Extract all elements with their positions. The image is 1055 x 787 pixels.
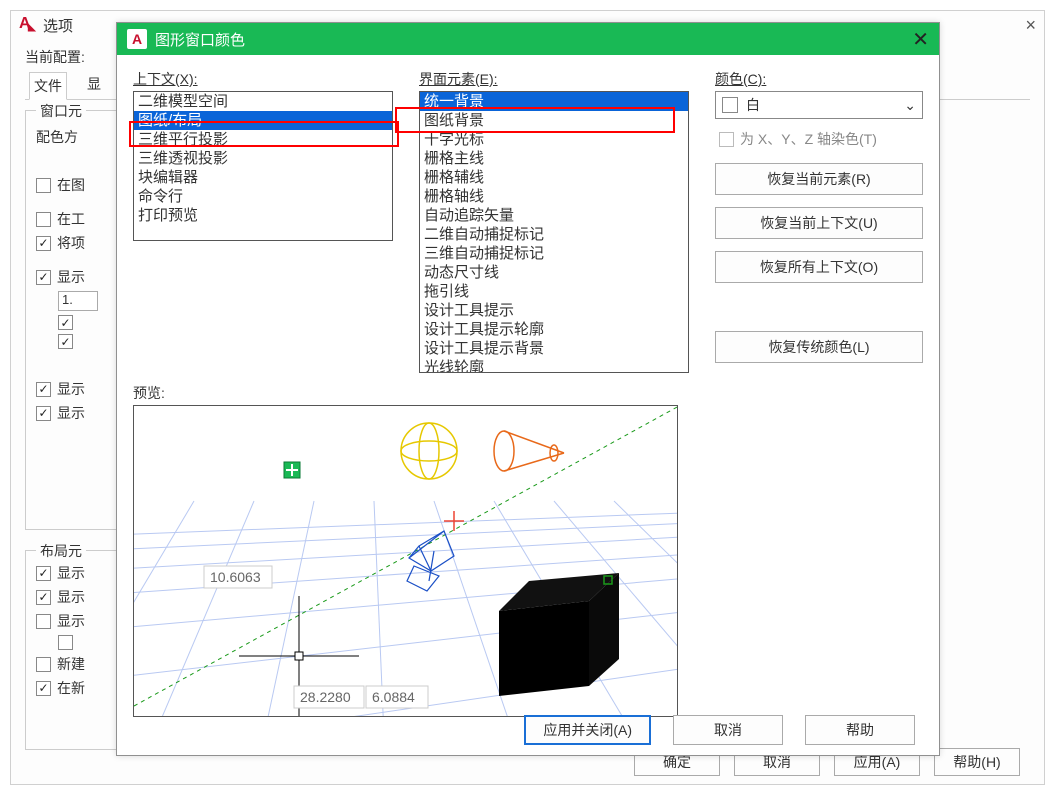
- chk-in-tool[interactable]: [36, 212, 51, 227]
- context-item[interactable]: 图纸/布局: [134, 111, 392, 130]
- element-item[interactable]: 统一背景: [420, 92, 688, 111]
- dialog-button-row: 应用并关闭(A) 取消 帮助: [524, 715, 915, 745]
- dialog-help-button[interactable]: 帮助: [805, 715, 915, 745]
- element-item[interactable]: 栅格辅线: [420, 168, 688, 187]
- context-list-label: 上下文(X):: [133, 69, 393, 89]
- element-item[interactable]: 自动追踪矢量: [420, 206, 688, 225]
- tint-checkbox[interactable]: [719, 132, 734, 147]
- restore-legacy-colors-button[interactable]: 恢复传统颜色(L): [715, 331, 923, 363]
- chk-in-drawing[interactable]: [36, 178, 51, 193]
- color-dialog-titlebar: A 图形窗口颜色 ✕: [117, 23, 939, 55]
- element-item[interactable]: 设计工具提示轮廓: [420, 320, 688, 339]
- layout-elements-fieldset: 布局元 显示 显示 显示 新建 在新: [25, 550, 125, 750]
- context-listbox[interactable]: 二维模型空间图纸/布局三维平行投影三维透视投影块编辑器命令行打印预览: [133, 91, 393, 241]
- preview-label: 预览:: [133, 383, 923, 403]
- chk-l2[interactable]: [36, 590, 51, 605]
- element-item[interactable]: 设计工具提示: [420, 301, 688, 320]
- chevron-down-icon: ⌄: [904, 97, 916, 114]
- dialog-cancel-button[interactable]: 取消: [673, 715, 783, 745]
- drawing-window-colors-dialog: A 图形窗口颜色 ✕ 上下文(X): 二维模型空间图纸/布局三维平行投影三维透视…: [116, 22, 940, 756]
- color-swatch: [722, 97, 738, 113]
- context-item[interactable]: 命令行: [134, 187, 392, 206]
- color-scheme-label: 配色方: [36, 127, 78, 147]
- chk-jiangx[interactable]: [36, 236, 51, 251]
- tint-label: 为 X、Y、Z 轴染色(T): [740, 129, 877, 149]
- color-select-label: 颜色(C):: [715, 69, 923, 89]
- app-icon: A: [19, 16, 37, 34]
- dialog-app-icon: A: [127, 29, 147, 49]
- element-item[interactable]: 十字光标: [420, 130, 688, 149]
- chk-l1[interactable]: [36, 566, 51, 581]
- tab-file[interactable]: 文件: [29, 72, 67, 100]
- preview-x-value: 28.2280: [300, 689, 351, 705]
- context-item[interactable]: 三维透视投影: [134, 149, 392, 168]
- element-item[interactable]: 二维自动捕捉标记: [420, 225, 688, 244]
- preview-panel: 10.6063 28.2280 6.0884: [133, 405, 678, 717]
- options-title: 选项: [43, 15, 73, 36]
- element-list-label: 界面元素(E):: [419, 69, 689, 89]
- restore-current-context-button[interactable]: 恢复当前上下文(U): [715, 207, 923, 239]
- chk-xianshi3[interactable]: [36, 406, 51, 421]
- element-item[interactable]: 设计工具提示背景: [420, 339, 688, 358]
- chk-sub2[interactable]: [58, 334, 73, 349]
- color-column: 颜色(C): 白 ⌄ 为 X、Y、Z 轴染色(T) 恢复当前元素(R) 恢复当前…: [715, 69, 923, 375]
- element-item[interactable]: 光线轮廓: [420, 358, 688, 372]
- context-item[interactable]: 打印预览: [134, 206, 392, 225]
- chk-xianshi2[interactable]: [36, 382, 51, 397]
- color-dialog-body: 上下文(X): 二维模型空间图纸/布局三维平行投影三维透视投影块编辑器命令行打印…: [117, 55, 939, 755]
- chk-xianshi1[interactable]: [36, 270, 51, 285]
- preview-z-value: 6.0884: [372, 689, 415, 705]
- apply-and-close-button[interactable]: 应用并关闭(A): [524, 715, 651, 745]
- element-item[interactable]: 三维自动捕捉标记: [420, 244, 688, 263]
- chk-sub1[interactable]: [58, 315, 73, 330]
- restore-current-element-button[interactable]: 恢复当前元素(R): [715, 163, 923, 195]
- color-value: 白: [746, 95, 760, 115]
- element-item[interactable]: 动态尺寸线: [420, 263, 688, 282]
- chk-l5[interactable]: [36, 681, 51, 696]
- restore-all-contexts-button[interactable]: 恢复所有上下文(O): [715, 251, 923, 283]
- dialog-close-icon[interactable]: ✕: [912, 27, 929, 52]
- context-column: 上下文(X): 二维模型空间图纸/布局三维平行投影三维透视投影块编辑器命令行打印…: [133, 69, 393, 375]
- num-field[interactable]: 1.: [58, 291, 98, 311]
- preview-svg: 10.6063 28.2280 6.0884: [134, 406, 678, 717]
- element-listbox[interactable]: 统一背景图纸背景十字光标栅格主线栅格辅线栅格轴线自动追踪矢量二维自动捕捉标记三维…: [419, 91, 689, 373]
- layout-elements-title: 布局元: [36, 541, 86, 561]
- help-button[interactable]: 帮助(H): [934, 748, 1020, 776]
- color-dropdown[interactable]: 白 ⌄: [715, 91, 923, 119]
- preview-y-value: 10.6063: [210, 569, 261, 585]
- context-item[interactable]: 三维平行投影: [134, 130, 392, 149]
- tab-display[interactable]: 显: [83, 71, 105, 99]
- element-item[interactable]: 拖引线: [420, 282, 688, 301]
- element-item[interactable]: 栅格轴线: [420, 187, 688, 206]
- window-elements-fieldset: 窗口元 配色方 在图 在工 将项 显示 1. 显示 显示: [25, 110, 125, 530]
- element-column: 界面元素(E): 统一背景图纸背景十字光标栅格主线栅格辅线栅格轴线自动追踪矢量二…: [419, 69, 689, 375]
- element-item[interactable]: 栅格主线: [420, 149, 688, 168]
- element-item[interactable]: 图纸背景: [420, 111, 688, 130]
- context-item[interactable]: 二维模型空间: [134, 92, 392, 111]
- tint-xyz-row: 为 X、Y、Z 轴染色(T): [719, 129, 923, 149]
- chk-l4[interactable]: [36, 657, 51, 672]
- context-item[interactable]: 块编辑器: [134, 168, 392, 187]
- chk-l3[interactable]: [36, 614, 51, 629]
- chk-l3b[interactable]: [58, 635, 73, 650]
- color-dialog-title: 图形窗口颜色: [155, 29, 245, 50]
- window-elements-title: 窗口元: [36, 101, 86, 121]
- close-icon[interactable]: ×: [1025, 15, 1036, 36]
